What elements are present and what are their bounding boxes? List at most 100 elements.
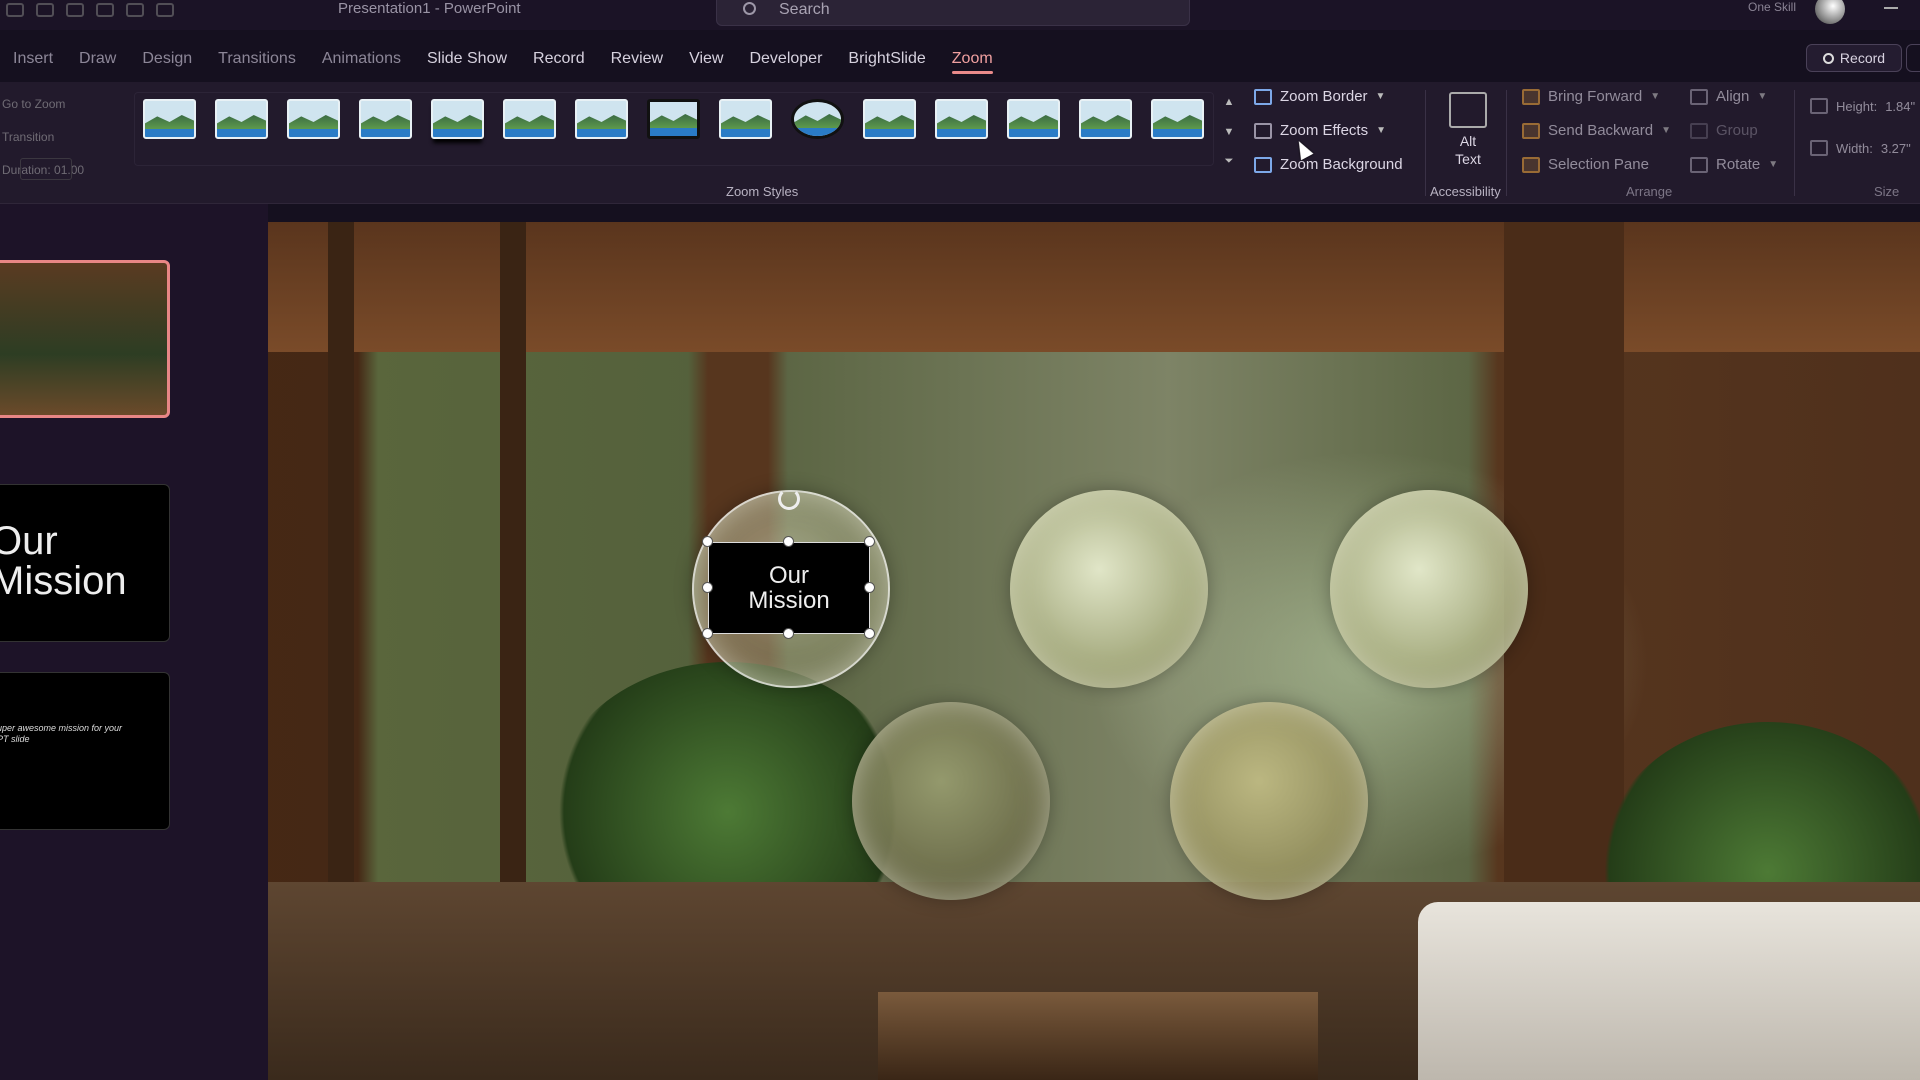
tab-draw[interactable]: Draw xyxy=(66,50,129,68)
resize-handle[interactable] xyxy=(864,582,875,593)
zoom-bubble-2[interactable] xyxy=(1010,490,1208,688)
zoom-style-thumb[interactable] xyxy=(287,99,340,139)
zoom-style-thumb[interactable] xyxy=(935,99,988,139)
zoom-styles-gallery xyxy=(134,92,1214,166)
share-button[interactable] xyxy=(1906,44,1920,72)
resize-handle[interactable] xyxy=(783,628,794,639)
record-button[interactable]: Record xyxy=(1806,44,1902,72)
gallery-more-icon[interactable]: ⏷ xyxy=(1225,155,1234,168)
duration-input[interactable] xyxy=(20,158,72,180)
selected-text-box[interactable]: Our Mission xyxy=(708,542,870,634)
tab-view[interactable]: View xyxy=(676,50,736,68)
undo-icon[interactable] xyxy=(36,3,54,17)
pen-icon[interactable] xyxy=(126,3,144,17)
rotate-handle-icon[interactable] xyxy=(778,488,800,510)
width-icon xyxy=(1810,140,1828,156)
alt-text-button[interactable]: Alt Text xyxy=(1446,92,1490,168)
chevron-down-icon[interactable]: ▼ xyxy=(1224,126,1235,138)
chevron-down-icon: ▼ xyxy=(1376,125,1386,136)
height-field[interactable]: Height: 1.84" xyxy=(1810,98,1915,114)
minimize-icon[interactable] xyxy=(1884,7,1898,9)
width-field[interactable]: Width: 3.27" xyxy=(1810,140,1911,156)
resize-handle[interactable] xyxy=(702,536,713,547)
zoom-effects-button[interactable]: Zoom Effects ▼ xyxy=(1254,122,1386,139)
slide-canvas[interactable]: Our Mission xyxy=(268,222,1920,1080)
customize-icon[interactable] xyxy=(156,3,174,17)
zoom-style-thumb[interactable] xyxy=(719,99,772,139)
chevron-up-icon[interactable]: ▲ xyxy=(1224,96,1235,108)
tab-animations[interactable]: Animations xyxy=(309,50,414,68)
selected-text-line-2: Mission xyxy=(748,587,830,614)
slide-thumbnail-3[interactable]: Super awesome mission for your PPT slide xyxy=(0,672,170,830)
tab-zoom[interactable]: Zoom xyxy=(939,50,1006,74)
save-icon[interactable] xyxy=(6,3,24,17)
ribbon: Go to Zoom Transition Duration: 01.00 ▲ … xyxy=(0,82,1920,204)
zoom-style-thumb[interactable] xyxy=(503,99,556,139)
transition-checkbox[interactable]: Transition xyxy=(0,123,110,156)
zoom-border-button[interactable]: Zoom Border ▼ xyxy=(1254,88,1385,105)
zoom-style-thumb[interactable] xyxy=(647,99,700,139)
go-to-zoom-button[interactable]: Go to Zoom xyxy=(0,90,110,123)
zoom-style-thumb[interactable] xyxy=(863,99,916,139)
tab-transitions[interactable]: Transitions xyxy=(205,50,309,68)
bring-forward-icon xyxy=(1522,88,1540,105)
rotate-icon xyxy=(1690,156,1708,173)
width-label: Width: xyxy=(1836,140,1873,156)
zoom-bubble-4[interactable] xyxy=(852,702,1050,900)
tab-record[interactable]: Record xyxy=(520,50,598,68)
zoom-style-thumb[interactable] xyxy=(1007,99,1060,139)
send-backward-button[interactable]: Send Backward ▼ xyxy=(1522,122,1671,139)
search-box[interactable]: Search xyxy=(716,0,1190,26)
present-icon[interactable] xyxy=(96,3,114,17)
slide-background-table xyxy=(878,992,1318,1080)
height-value[interactable]: 1.84" xyxy=(1885,99,1915,114)
zoom-style-thumb[interactable] xyxy=(575,99,628,139)
selection-pane-label: Selection Pane xyxy=(1548,156,1649,173)
rotate-button[interactable]: Rotate ▼ xyxy=(1690,156,1778,173)
document-title: Presentation1 - PowerPoint xyxy=(338,0,521,17)
chevron-down-icon: ▼ xyxy=(1661,125,1671,136)
selection-pane-button[interactable]: Selection Pane xyxy=(1522,156,1649,173)
align-button[interactable]: Align ▼ xyxy=(1690,88,1767,105)
tab-slide-show[interactable]: Slide Show xyxy=(414,50,520,68)
align-icon xyxy=(1690,88,1708,105)
zoom-effects-icon xyxy=(1254,122,1272,139)
search-icon xyxy=(743,2,756,15)
slide-thumbnail-2[interactable]: Our Mission xyxy=(0,484,170,642)
rotate-label: Rotate xyxy=(1716,156,1761,173)
tab-developer[interactable]: Developer xyxy=(736,50,835,68)
tab-design[interactable]: Design xyxy=(129,50,205,68)
zoom-background-icon xyxy=(1254,156,1272,173)
width-value[interactable]: 3.27" xyxy=(1881,141,1911,156)
resize-handle[interactable] xyxy=(864,628,875,639)
chevron-down-icon: ▼ xyxy=(1768,159,1779,170)
record-label: Record xyxy=(1839,50,1886,66)
zoom-style-thumb[interactable] xyxy=(431,99,484,139)
zoom-style-thumb[interactable] xyxy=(143,99,196,139)
alt-text-label-2: Text xyxy=(1455,151,1481,167)
zoom-style-thumb[interactable] xyxy=(1079,99,1132,139)
selected-text-line-1: Our xyxy=(768,562,809,589)
zoom-background-button[interactable]: Zoom Background xyxy=(1254,156,1403,173)
redo-icon[interactable] xyxy=(66,3,84,17)
resize-handle[interactable] xyxy=(702,582,713,593)
tab-review[interactable]: Review xyxy=(598,50,676,68)
avatar[interactable] xyxy=(1815,0,1845,24)
resize-handle[interactable] xyxy=(864,536,875,547)
zoom-style-thumb[interactable] xyxy=(359,99,412,139)
zoom-style-thumb[interactable] xyxy=(215,99,268,139)
zoom-bubble-3[interactable] xyxy=(1330,490,1528,688)
zoom-bubble-5[interactable] xyxy=(1170,702,1368,900)
alt-text-label: Alt xyxy=(1459,133,1477,149)
tab-insert[interactable]: Insert xyxy=(0,50,66,68)
user-name[interactable]: One Skill xyxy=(1748,0,1796,14)
group-button[interactable]: Group xyxy=(1690,122,1758,139)
resize-handle[interactable] xyxy=(702,628,713,639)
slide-thumbnail-1[interactable] xyxy=(0,260,170,418)
tab-brightslide[interactable]: BrightSlide xyxy=(835,50,938,68)
resize-handle[interactable] xyxy=(783,536,794,547)
zoom-style-thumb[interactable] xyxy=(1151,99,1204,139)
zoom-options-group: Go to Zoom Transition Duration: 01.00 xyxy=(0,90,110,200)
bring-forward-button[interactable]: Bring Forward ▼ xyxy=(1522,88,1660,105)
zoom-style-thumb[interactable] xyxy=(791,99,844,139)
